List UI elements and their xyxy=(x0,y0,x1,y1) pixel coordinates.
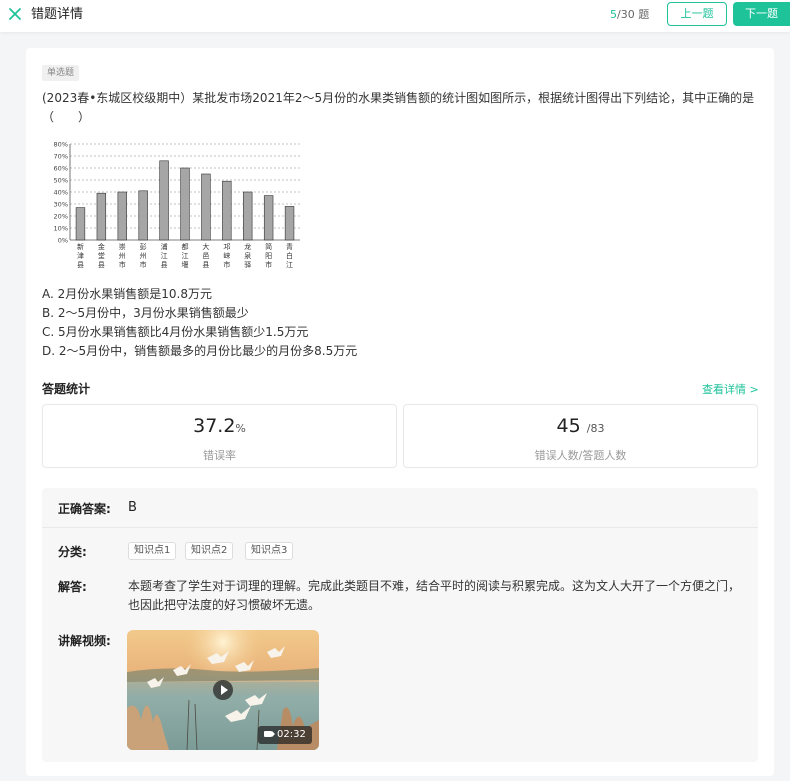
video-duration: 02:32 xyxy=(277,729,306,740)
knowledge-tag[interactable]: 知识点3 xyxy=(245,542,294,560)
x-tick-label: 大 xyxy=(202,242,209,251)
x-tick-label: 彭 xyxy=(140,242,147,251)
x-tick-label: 津 xyxy=(77,252,84,260)
knowledge-tag[interactable]: 知识点2 xyxy=(185,542,234,560)
top-bar: 错题详情 5/30 题 上一题 下一题 xyxy=(0,0,790,32)
x-tick-label: 江 xyxy=(182,252,189,260)
question-stem: (2023春•东城区校级期中）某批发市场2021年2～5月份的水果类销售额的统计… xyxy=(42,91,755,124)
x-tick-label: 金 xyxy=(98,242,105,251)
option-c[interactable]: C. 5月份水果销售额比4月份水果销售额少1.5万元 xyxy=(42,323,357,342)
x-tick-label: 阳 xyxy=(265,251,272,260)
x-tick-label: 崇 xyxy=(119,243,126,251)
y-tick-label: 80% xyxy=(54,141,68,149)
option-a[interactable]: A. 2月份水果销售额是10.8万元 xyxy=(42,285,357,304)
sales-bar-chart: 80% 70% 60% 50% 40% 30% 20% 10% 0% 新津县金堂县崇州市彭州市浦江… xyxy=(42,138,306,274)
y-tick-label: 70% xyxy=(54,153,68,161)
x-tick-label: 都 xyxy=(182,243,189,251)
y-tick-label: 20% xyxy=(54,213,68,221)
option-d[interactable]: D. 2～5月份中，销售额最多的月份比最少的月份多8.5万元 xyxy=(42,342,357,361)
wrong-count: 45 xyxy=(556,415,581,437)
stats-title: 答题统计 xyxy=(42,382,91,396)
question-progress: 5/30 题 xyxy=(610,7,649,23)
video-label: 讲解视频: xyxy=(58,634,111,648)
bar xyxy=(243,191,253,241)
x-tick-label: 市 xyxy=(140,260,147,269)
error-count-card: 45 /83 错误人数/答题人数 xyxy=(403,404,758,468)
x-tick-label: 白 xyxy=(286,251,293,260)
page-title: 错题详情 xyxy=(31,7,84,22)
total-count: /83 xyxy=(586,422,605,435)
error-rate-card: 37.2% 错误率 xyxy=(42,404,397,468)
x-tick-label: 江 xyxy=(286,261,293,269)
x-tick-label: 青 xyxy=(286,242,293,251)
correct-answer-value: B xyxy=(128,500,137,515)
x-tick-label: 州 xyxy=(140,252,147,260)
y-tick-label: 0% xyxy=(58,237,68,245)
bar xyxy=(180,167,190,241)
analysis-label: 解答: xyxy=(58,580,87,594)
x-tick-label: 简 xyxy=(265,242,272,251)
knowledge-tag[interactable]: 知识点1 xyxy=(128,542,177,560)
x-tick-label: 龙 xyxy=(244,242,251,251)
next-question-button[interactable]: 下一题 xyxy=(733,2,790,26)
x-tick-label: 泉 xyxy=(244,251,251,260)
category-label: 分类: xyxy=(58,545,87,559)
video-camera-icon xyxy=(264,731,275,737)
analysis-text: 本题考查了学生对于词理的理解。完成此类题目不难，结合平时的阅读与积累完成。这为文… xyxy=(128,579,741,612)
bar xyxy=(284,206,295,241)
y-tick-label: 50% xyxy=(54,177,68,185)
x-tick-label: 县 xyxy=(77,261,84,269)
bar xyxy=(138,190,148,241)
x-tick-label: 县 xyxy=(202,261,209,269)
y-tick-label: 30% xyxy=(54,201,68,209)
options-list: A. 2月份水果销售额是10.8万元 B. 2～5月份中，3月份水果销售额最少 … xyxy=(42,285,357,361)
x-tick-label: 邑 xyxy=(202,252,209,260)
x-tick-label: 崃 xyxy=(223,251,230,260)
y-tick-label: 40% xyxy=(54,189,68,197)
x-tick-label: 市 xyxy=(265,260,272,269)
error-rate-number: 37.2 xyxy=(193,415,236,437)
bar xyxy=(159,160,169,241)
x-tick-label: 市 xyxy=(119,260,126,269)
chart-svg: 80%70%60%50%40%30%20%10%0%新津县金堂县崇州市彭州市浦江… xyxy=(54,141,300,269)
error-rate-unit: % xyxy=(235,422,246,435)
video-duration-badge: 02:32 xyxy=(258,726,312,744)
x-tick-label: 江 xyxy=(161,252,168,260)
progress-total: /30 题 xyxy=(617,8,650,21)
bar xyxy=(263,195,274,241)
prev-question-button[interactable]: 上一题 xyxy=(667,2,727,26)
x-tick-label: 新 xyxy=(77,242,84,251)
progress-current: 5 xyxy=(610,8,617,21)
close-icon[interactable] xyxy=(8,7,22,21)
correct-answer-label: 正确答案: xyxy=(58,502,111,516)
y-tick-label: 10% xyxy=(54,225,68,233)
error-count-value: 45 /83 xyxy=(404,414,757,441)
play-icon[interactable] xyxy=(213,680,233,700)
bar xyxy=(222,180,232,241)
x-tick-label: 县 xyxy=(161,261,168,269)
bar xyxy=(75,207,86,241)
answer-divider xyxy=(42,527,758,528)
x-tick-label: 县 xyxy=(98,261,105,269)
error-count-label: 错误人数/答题人数 xyxy=(534,449,627,462)
question-type-badge: 单选题 xyxy=(42,65,80,81)
x-tick-label: 浦 xyxy=(161,242,168,251)
bar xyxy=(96,192,107,241)
y-tick-label: 60% xyxy=(54,165,68,173)
view-details-link[interactable]: 查看详情 > xyxy=(702,381,759,397)
error-rate-value: 37.2% xyxy=(43,414,396,441)
error-rate-label: 错误率 xyxy=(203,449,236,462)
x-tick-label: 州 xyxy=(119,252,126,260)
x-tick-label: 驿 xyxy=(244,261,251,269)
bar xyxy=(201,173,211,241)
x-tick-label: 市 xyxy=(223,260,230,269)
x-tick-label: 堂 xyxy=(98,251,105,260)
bar xyxy=(117,191,127,241)
x-tick-label: 堰 xyxy=(182,260,189,269)
x-tick-label: 邛 xyxy=(223,243,230,251)
option-b[interactable]: B. 2～5月份中，3月份水果销售额最少 xyxy=(42,304,357,323)
